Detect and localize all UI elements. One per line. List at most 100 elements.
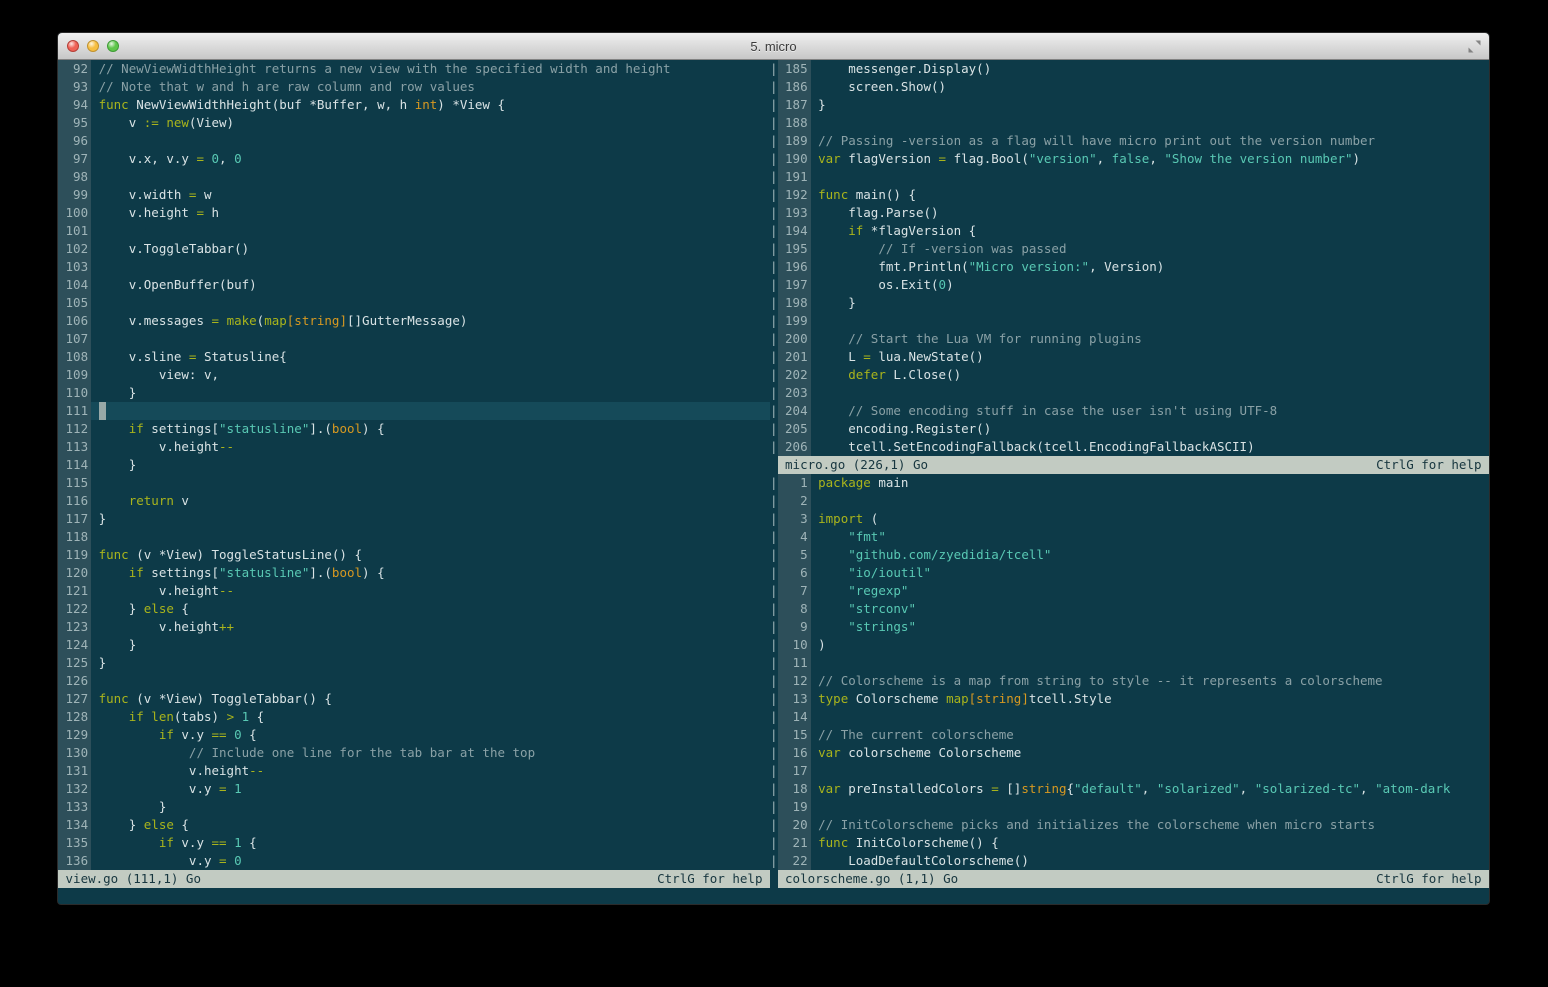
code-line-115[interactable]: 115	[58, 474, 770, 492]
code-line-96[interactable]: 96	[58, 132, 770, 150]
zoom-button[interactable]	[107, 40, 119, 52]
code-line-6[interactable]: |6 "io/ioutil"	[770, 564, 1489, 582]
code-line-20[interactable]: |20// InitColorscheme picks and initiali…	[770, 816, 1489, 834]
code-line-109[interactable]: 109 view: v,	[58, 366, 770, 384]
code-line-186[interactable]: |186 screen.Show()	[770, 78, 1489, 96]
code-line-198[interactable]: |198 }	[770, 294, 1489, 312]
code-line-130[interactable]: 130 // Include one line for the tab bar …	[58, 744, 770, 762]
code-line-102[interactable]: 102 v.ToggleTabbar()	[58, 240, 770, 258]
code-line-194[interactable]: |194 if *flagVersion {	[770, 222, 1489, 240]
code-line-103[interactable]: 103	[58, 258, 770, 276]
code-line-117[interactable]: 117}	[58, 510, 770, 528]
code-line-11[interactable]: |11	[770, 654, 1489, 672]
code-line-15[interactable]: |15// The current colorscheme	[770, 726, 1489, 744]
code-line-125[interactable]: 125}	[58, 654, 770, 672]
code-line-197[interactable]: |197 os.Exit(0)	[770, 276, 1489, 294]
code-line-112[interactable]: 112 if settings["statusline"].(bool) {	[58, 420, 770, 438]
code-line-119[interactable]: 119func (v *View) ToggleStatusLine() {	[58, 546, 770, 564]
code-line-195[interactable]: |195 // If -version was passed	[770, 240, 1489, 258]
code-line-129[interactable]: 129 if v.y == 0 {	[58, 726, 770, 744]
code-line-9[interactable]: |9 "strings"	[770, 618, 1489, 636]
code-line-124[interactable]: 124 }	[58, 636, 770, 654]
code-line-14[interactable]: |14	[770, 708, 1489, 726]
code-line-114[interactable]: 114 }	[58, 456, 770, 474]
code-line-193[interactable]: |193 flag.Parse()	[770, 204, 1489, 222]
code-line-101[interactable]: 101	[58, 222, 770, 240]
code-line-201[interactable]: |201 L = lua.NewState()	[770, 348, 1489, 366]
code-line-189[interactable]: |189// Passing -version as a flag will h…	[770, 132, 1489, 150]
code-line-19[interactable]: |19	[770, 798, 1489, 816]
code-line-18[interactable]: |18var preInstalledColors = []string{"de…	[770, 780, 1489, 798]
code-line-16[interactable]: |16var colorscheme Colorscheme	[770, 744, 1489, 762]
code-line-2[interactable]: |2	[770, 492, 1489, 510]
code-line-116[interactable]: 116 return v	[58, 492, 770, 510]
code-line-131[interactable]: 131 v.height--	[58, 762, 770, 780]
code-line-13[interactable]: |13type Colorscheme map[string]tcell.Sty…	[770, 690, 1489, 708]
code-line-118[interactable]: 118	[58, 528, 770, 546]
code-line-206[interactable]: |206 tcell.SetEncodingFallback(tcell.Enc…	[770, 438, 1489, 456]
code-line-128[interactable]: 128 if len(tabs) > 1 {	[58, 708, 770, 726]
code-line-204[interactable]: |204 // Some encoding stuff in case the …	[770, 402, 1489, 420]
code-line-190[interactable]: |190var flagVersion = flag.Bool("version…	[770, 150, 1489, 168]
code-text: if v.y == 1 {	[91, 834, 770, 852]
code-line-192[interactable]: |192func main() {	[770, 186, 1489, 204]
code-line-94[interactable]: 94func NewViewWidthHeight(buf *Buffer, w…	[58, 96, 770, 114]
fullscreen-icon[interactable]	[1468, 40, 1481, 53]
code-line-200[interactable]: |200 // Start the Lua VM for running plu…	[770, 330, 1489, 348]
code-line-113[interactable]: 113 v.height--	[58, 438, 770, 456]
code-line-187[interactable]: |187}	[770, 96, 1489, 114]
code-line-22[interactable]: |22 LoadDefaultColorscheme()	[770, 852, 1489, 870]
line-number: 110	[58, 384, 91, 402]
code-line-110[interactable]: 110 }	[58, 384, 770, 402]
code-line-5[interactable]: |5 "github.com/zyedidia/tcell"	[770, 546, 1489, 564]
code-line-10[interactable]: |10)	[770, 636, 1489, 654]
code-line-4[interactable]: |4 "fmt"	[770, 528, 1489, 546]
code-line-111[interactable]: 111	[58, 402, 770, 420]
code-line-134[interactable]: 134 } else {	[58, 816, 770, 834]
code-line-98[interactable]: 98	[58, 168, 770, 186]
close-button[interactable]	[67, 40, 79, 52]
minimize-button[interactable]	[87, 40, 99, 52]
code-line-7[interactable]: |7 "regexp"	[770, 582, 1489, 600]
code-line-202[interactable]: |202 defer L.Close()	[770, 366, 1489, 384]
code-line-199[interactable]: |199	[770, 312, 1489, 330]
code-line-133[interactable]: 133 }	[58, 798, 770, 816]
pane-view-go[interactable]: 92// NewViewWidthHeight returns a new vi…	[58, 60, 770, 905]
pane-micro-go[interactable]: |185 messenger.Display()|186 screen.Show…	[770, 60, 1489, 474]
code-line-203[interactable]: |203	[770, 384, 1489, 402]
code-line-107[interactable]: 107	[58, 330, 770, 348]
code-line-121[interactable]: 121 v.height--	[58, 582, 770, 600]
code-line-191[interactable]: |191	[770, 168, 1489, 186]
code-line-100[interactable]: 100 v.height = h	[58, 204, 770, 222]
code-line-1[interactable]: |1package main	[770, 474, 1489, 492]
window-titlebar[interactable]: 5. micro	[58, 33, 1489, 60]
code-line-97[interactable]: 97 v.x, v.y = 0, 0	[58, 150, 770, 168]
code-line-12[interactable]: |12// Colorscheme is a map from string t…	[770, 672, 1489, 690]
code-line-120[interactable]: 120 if settings["statusline"].(bool) {	[58, 564, 770, 582]
code-line-104[interactable]: 104 v.OpenBuffer(buf)	[58, 276, 770, 294]
code-line-106[interactable]: 106 v.messages = make(map[string][]Gutte…	[58, 312, 770, 330]
pane-divider-glyph: |	[770, 528, 778, 546]
code-line-185[interactable]: |185 messenger.Display()	[770, 60, 1489, 78]
code-line-8[interactable]: |8 "strconv"	[770, 600, 1489, 618]
code-line-127[interactable]: 127func (v *View) ToggleTabbar() {	[58, 690, 770, 708]
code-line-21[interactable]: |21func InitColorscheme() {	[770, 834, 1489, 852]
code-line-95[interactable]: 95 v := new(View)	[58, 114, 770, 132]
code-line-92[interactable]: 92// NewViewWidthHeight returns a new vi…	[58, 60, 770, 78]
code-line-123[interactable]: 123 v.height++	[58, 618, 770, 636]
code-line-188[interactable]: |188	[770, 114, 1489, 132]
code-line-99[interactable]: 99 v.width = w	[58, 186, 770, 204]
code-line-135[interactable]: 135 if v.y == 1 {	[58, 834, 770, 852]
code-line-196[interactable]: |196 fmt.Println("Micro version:", Versi…	[770, 258, 1489, 276]
code-line-126[interactable]: 126	[58, 672, 770, 690]
code-line-108[interactable]: 108 v.sline = Statusline{	[58, 348, 770, 366]
code-line-3[interactable]: |3import (	[770, 510, 1489, 528]
code-line-17[interactable]: |17	[770, 762, 1489, 780]
pane-colorscheme-go[interactable]: |1package main|2|3import (|4 "fmt"|5 "gi…	[770, 474, 1489, 888]
code-line-93[interactable]: 93// Note that w and h are raw column an…	[58, 78, 770, 96]
code-line-122[interactable]: 122 } else {	[58, 600, 770, 618]
code-line-132[interactable]: 132 v.y = 1	[58, 780, 770, 798]
code-line-136[interactable]: 136 v.y = 0	[58, 852, 770, 870]
code-line-105[interactable]: 105	[58, 294, 770, 312]
code-line-205[interactable]: |205 encoding.Register()	[770, 420, 1489, 438]
